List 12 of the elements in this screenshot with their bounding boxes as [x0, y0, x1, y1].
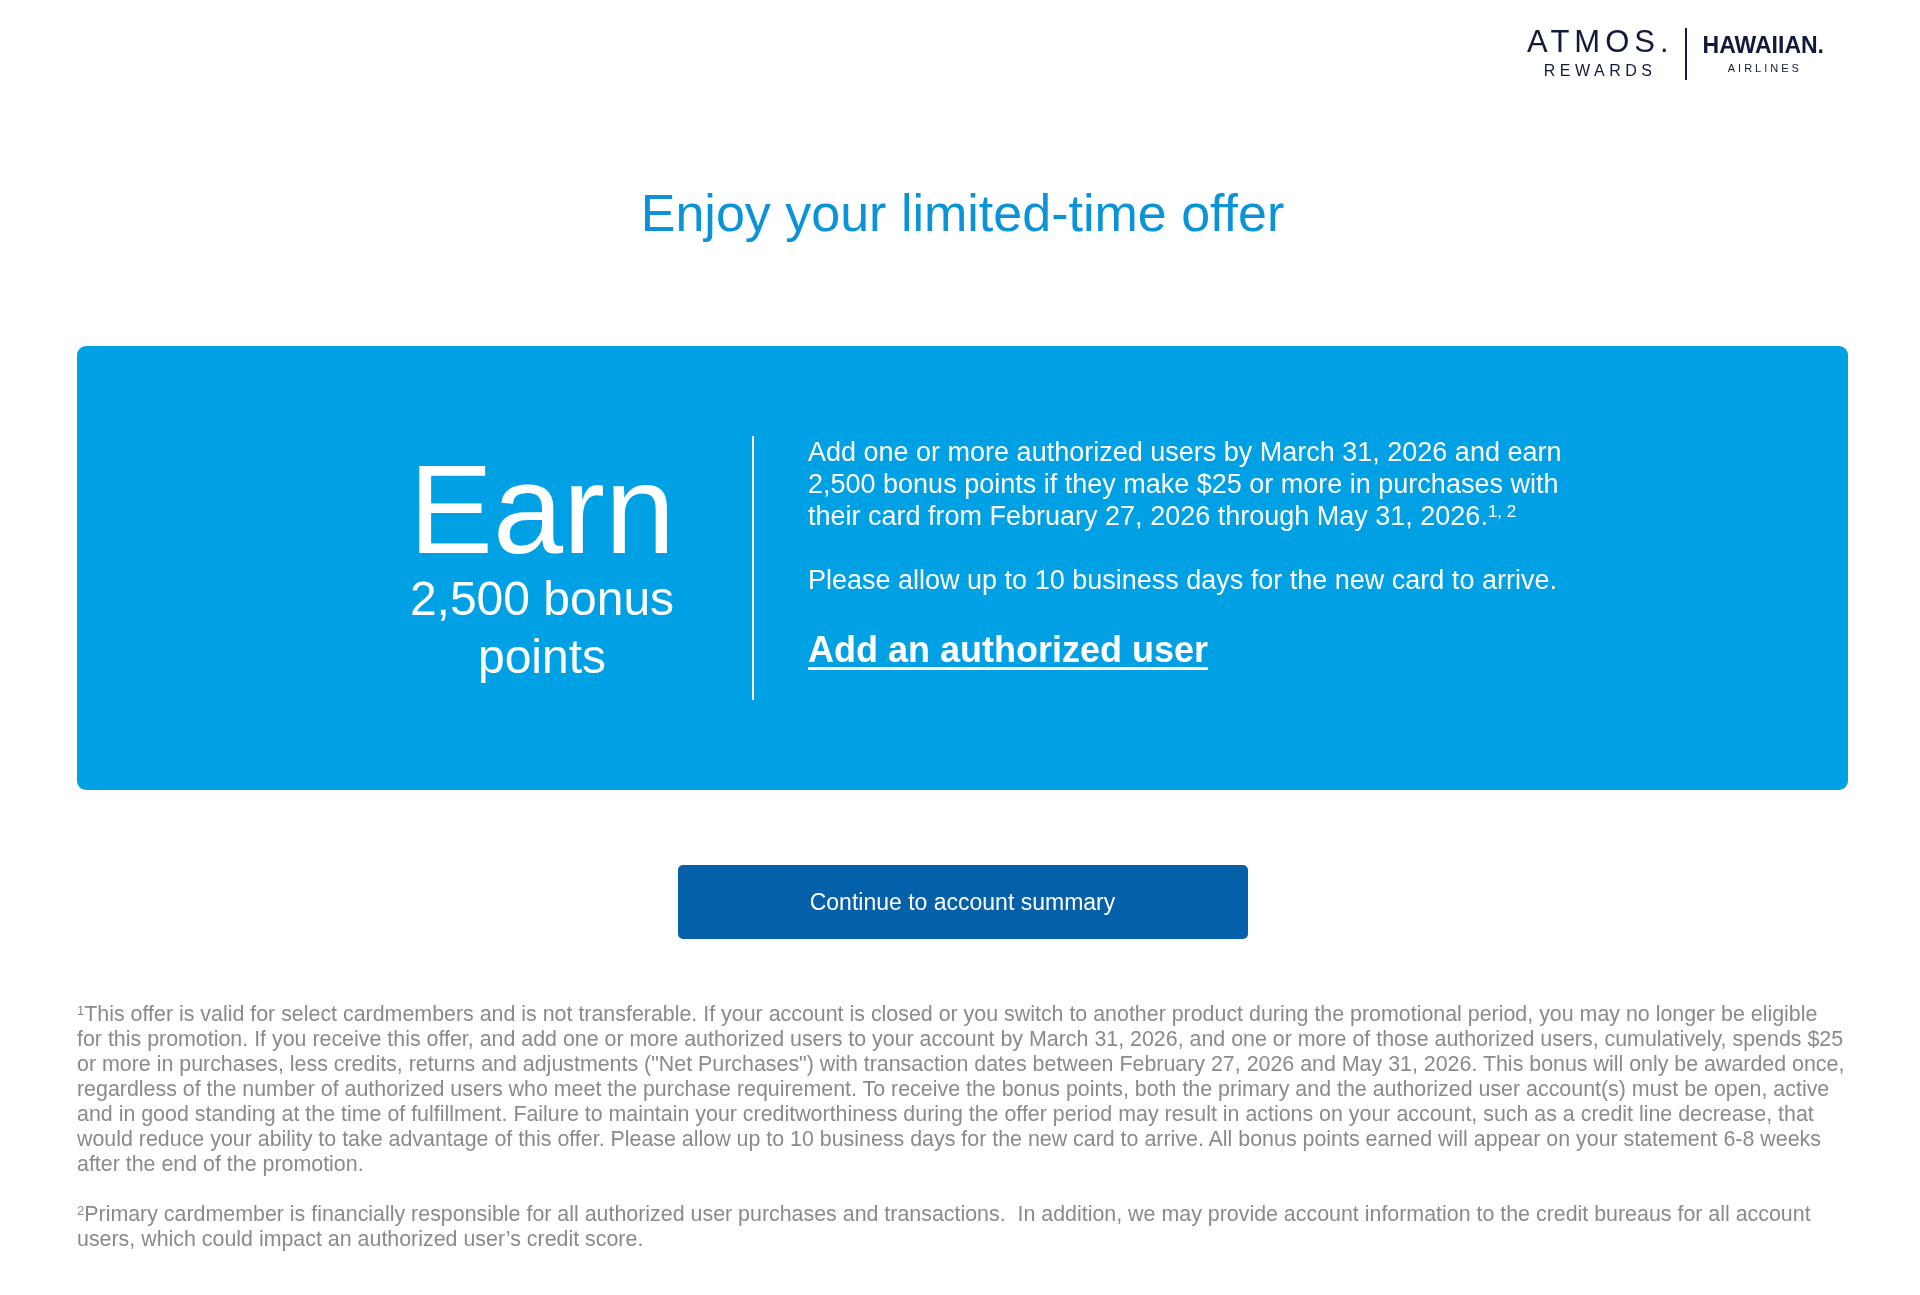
airline-logo-wordmark: HAWAIIAN.	[1702, 32, 1824, 58]
offer-description: Please allow up to 10 business days for the new card to arrive.	[808, 564, 1558, 596]
offer-headline: Earn	[407, 450, 677, 570]
airline-logo-tagline: AIRLINES	[1727, 61, 1802, 75]
offer-subheadline: 2,500 bonus points	[408, 571, 676, 685]
footnote-text: $^{2}$Primary cardmember is financially responsible for all authorized user purchases and transactions. In addition, we may provide account information to the credit bureaus for all account users, which could impact an authorized user’s credit score.	[77, 1202, 1812, 1252]
footnote-text: $^{1}$This offer is valid for select cardmembers and is not transferable. If your account is closed or you switch to another product during the promotional period, you may no longer be eligible for this promotion. If you receive this offer, and add one or more authorized users to your account by March 31, 2026, and one or more of those authorized users, cumulatively, spends $25 or more in purchases, less credits, returns and adjustments ("Net Purchases") with transaction dates between February 27, 2026 and May 31, 2026. This bonus will only be awarded once, regardless of the number of authorized users who meet the purchase requirement. To receive the bonus points, both the primary and the authorized user account(s) must be open, active and in good standing at the time of fulfillment. Failure to maintain your creditworthiness during the offer period may result in actions on your account, such as a credit line decrease, that would reduce your ability to take advantage of this offer. Please allow up to 10 business days for the new card to arrive. All bonus points earned will appear on your statement 6-8 weeks after the end of the promotion.	[77, 1002, 1846, 1177]
page-title: Enjoy your limited-time offer	[639, 183, 1286, 244]
offer-description: Add one or more authorized users by March 31, 2026 and earn 2,500 bonus points if they make $25 or more in purchases with their card from February 27, 2026 through May 31, 2026.$^{1, 2}$	[808, 436, 1563, 532]
rewards-logo-wordmark: ATMOS.	[1527, 26, 1674, 58]
continue-button[interactable]: Continue to account summary	[677, 865, 1248, 939]
rewards-logo-tagline: REWARDS	[1543, 61, 1657, 81]
